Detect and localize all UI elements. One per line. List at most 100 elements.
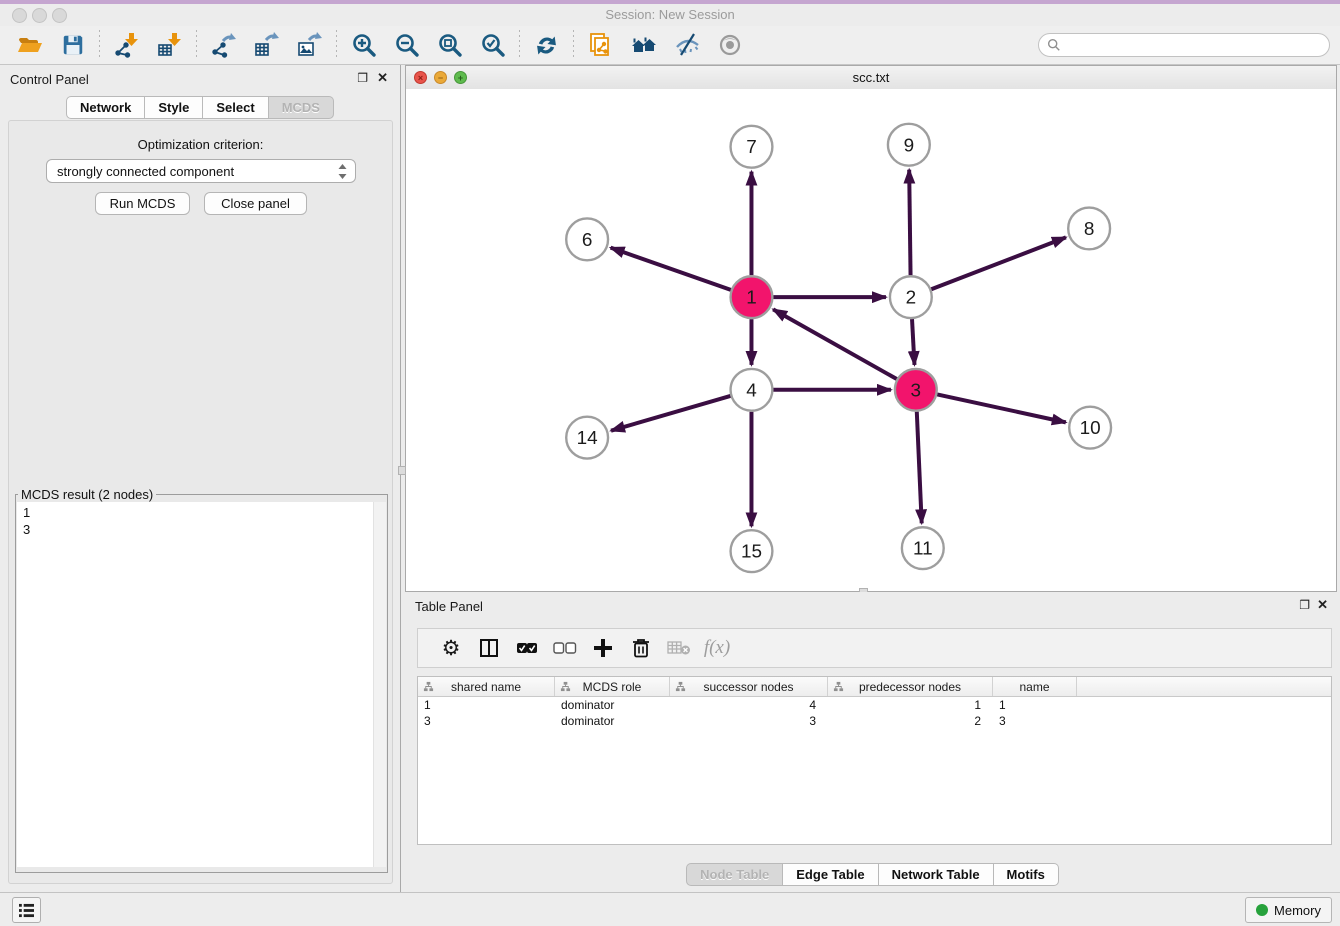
add-row-button[interactable]	[584, 633, 622, 663]
graph-edge-3-11[interactable]	[917, 412, 922, 524]
mcds-panel: Optimization criterion: strongly connect…	[8, 120, 393, 884]
graph-node-8[interactable]: 8	[1068, 208, 1110, 250]
graph-edge-4-14[interactable]	[611, 396, 730, 431]
search-box[interactable]	[1038, 33, 1330, 57]
apply-layout-button[interactable]	[525, 29, 568, 61]
import-table-icon	[157, 32, 183, 58]
graph-edge-3-1[interactable]	[773, 309, 897, 379]
tab-motifs[interactable]: Motifs	[994, 863, 1059, 886]
graph-edge-2-9[interactable]	[909, 170, 910, 276]
criterion-value: strongly connected component	[57, 164, 234, 179]
first-neighbors-button[interactable]	[622, 29, 665, 61]
graph-node-11[interactable]: 11	[902, 527, 944, 569]
control-panel-tabs: Network Style Select MCDS	[66, 96, 334, 119]
column-header-shared-name[interactable]: shared name	[418, 677, 555, 696]
close-panel-button[interactable]: ✕	[377, 71, 388, 85]
export-network-button[interactable]	[202, 29, 245, 61]
graph-node-4[interactable]: 4	[731, 369, 773, 411]
open-session-button[interactable]	[8, 29, 51, 61]
graph-node-10[interactable]: 10	[1069, 407, 1111, 449]
table-cell[interactable]: 3	[993, 714, 1077, 728]
run-mcds-button[interactable]: Run MCDS	[95, 192, 190, 215]
zoom-in-button[interactable]	[342, 29, 385, 61]
graph-edge-2-8[interactable]	[931, 237, 1066, 289]
apply-function-button[interactable]: f(x)	[698, 633, 736, 663]
table-cell[interactable]: 3	[418, 714, 555, 728]
graph-edge-3-10[interactable]	[937, 394, 1066, 422]
criterion-select[interactable]: strongly connected component	[46, 159, 356, 183]
column-header-predecessor-nodes[interactable]: predecessor nodes	[828, 677, 993, 696]
table-cell[interactable]: 1	[828, 698, 993, 712]
delete-table-button[interactable]	[660, 633, 698, 663]
table-cell[interactable]: dominator	[555, 698, 670, 712]
select-all-button[interactable]	[508, 633, 546, 663]
task-history-button[interactable]	[12, 897, 41, 923]
deselect-all-button[interactable]	[546, 633, 584, 663]
toolbar-separator	[99, 30, 100, 60]
hide-selected-button[interactable]	[665, 29, 708, 61]
function-icon: f(x)	[704, 637, 730, 659]
tab-edge-table[interactable]: Edge Table	[783, 863, 878, 886]
delete-row-button[interactable]	[622, 633, 660, 663]
graph-node-1[interactable]: 1	[731, 276, 773, 318]
network-window-titlebar[interactable]: × − + scc.txt	[406, 66, 1336, 90]
tab-network[interactable]: Network	[66, 96, 145, 119]
zoom-out-button[interactable]	[385, 29, 428, 61]
graph-edge-2-3[interactable]	[912, 319, 914, 365]
graph-node-9[interactable]: 9	[888, 124, 930, 166]
table-cell[interactable]: 2	[828, 714, 993, 728]
tab-node-table[interactable]: Node Table	[686, 863, 783, 886]
eye-slash-icon	[674, 32, 700, 58]
network-canvas[interactable]: 7 9 6 8 1 2 4 3 14 10 15 11	[406, 89, 1336, 591]
show-all-button[interactable]	[708, 29, 751, 61]
zoom-out-icon	[394, 32, 420, 58]
tab-mcds[interactable]: MCDS	[269, 96, 334, 119]
zoom-selected-button[interactable]	[471, 29, 514, 61]
table-row[interactable]: 1dominator411	[418, 697, 1331, 713]
import-table-button[interactable]	[148, 29, 191, 61]
float-table-panel-button[interactable]: ❐	[1299, 598, 1310, 612]
import-network-button[interactable]	[105, 29, 148, 61]
graph-node-7[interactable]: 7	[731, 126, 773, 168]
graph-edge-1-6[interactable]	[611, 248, 731, 290]
toolbar-separator	[573, 30, 574, 60]
svg-text:14: 14	[577, 428, 598, 449]
control-panel-title: Control Panel	[10, 72, 89, 87]
table-settings-button[interactable]: ⚙	[432, 633, 470, 663]
save-session-button[interactable]	[51, 29, 94, 61]
memory-button[interactable]: Memory	[1245, 897, 1332, 923]
graph-node-6[interactable]: 6	[566, 218, 608, 260]
export-image-button[interactable]	[288, 29, 331, 61]
zoom-fit-button[interactable]	[428, 29, 471, 61]
table-cell[interactable]: dominator	[555, 714, 670, 728]
graph-node-3[interactable]: 3	[895, 369, 937, 411]
close-panel-button-inner[interactable]: Close panel	[204, 192, 307, 215]
table-cell[interactable]: 4	[670, 698, 828, 712]
table-row[interactable]: 3dominator323	[418, 713, 1331, 729]
graph-node-15[interactable]: 15	[731, 530, 773, 572]
gear-icon: ⚙	[442, 636, 461, 661]
tab-select[interactable]: Select	[203, 96, 268, 119]
select-all-icon	[516, 641, 538, 655]
close-table-panel-button[interactable]: ✕	[1317, 598, 1328, 612]
export-table-button[interactable]	[245, 29, 288, 61]
main-toolbar	[0, 26, 1340, 65]
new-network-from-selection-button[interactable]	[579, 29, 622, 61]
tab-style[interactable]: Style	[145, 96, 203, 119]
column-header-successor-nodes[interactable]: successor nodes	[670, 677, 828, 696]
column-visibility-button[interactable]	[470, 633, 508, 663]
vertical-splitter-handle[interactable]	[398, 466, 406, 475]
graph-node-14[interactable]: 14	[566, 417, 608, 459]
tab-network-table[interactable]: Network Table	[879, 863, 994, 886]
table-cell[interactable]: 1	[418, 698, 555, 712]
graph-node-2[interactable]: 2	[890, 276, 932, 318]
table-cell[interactable]: 1	[993, 698, 1077, 712]
search-input[interactable]	[1061, 35, 1329, 55]
titlebar[interactable]: Session: New Session	[0, 4, 1340, 26]
column-header-MCDS-role[interactable]: MCDS role	[555, 677, 670, 696]
result-scrollbar[interactable]	[373, 502, 386, 867]
table-cell[interactable]: 3	[670, 714, 828, 728]
column-header-name[interactable]: name	[993, 677, 1077, 696]
mcds-result-textarea[interactable]: 1 3	[17, 502, 386, 867]
float-panel-button[interactable]: ❐	[357, 71, 368, 85]
